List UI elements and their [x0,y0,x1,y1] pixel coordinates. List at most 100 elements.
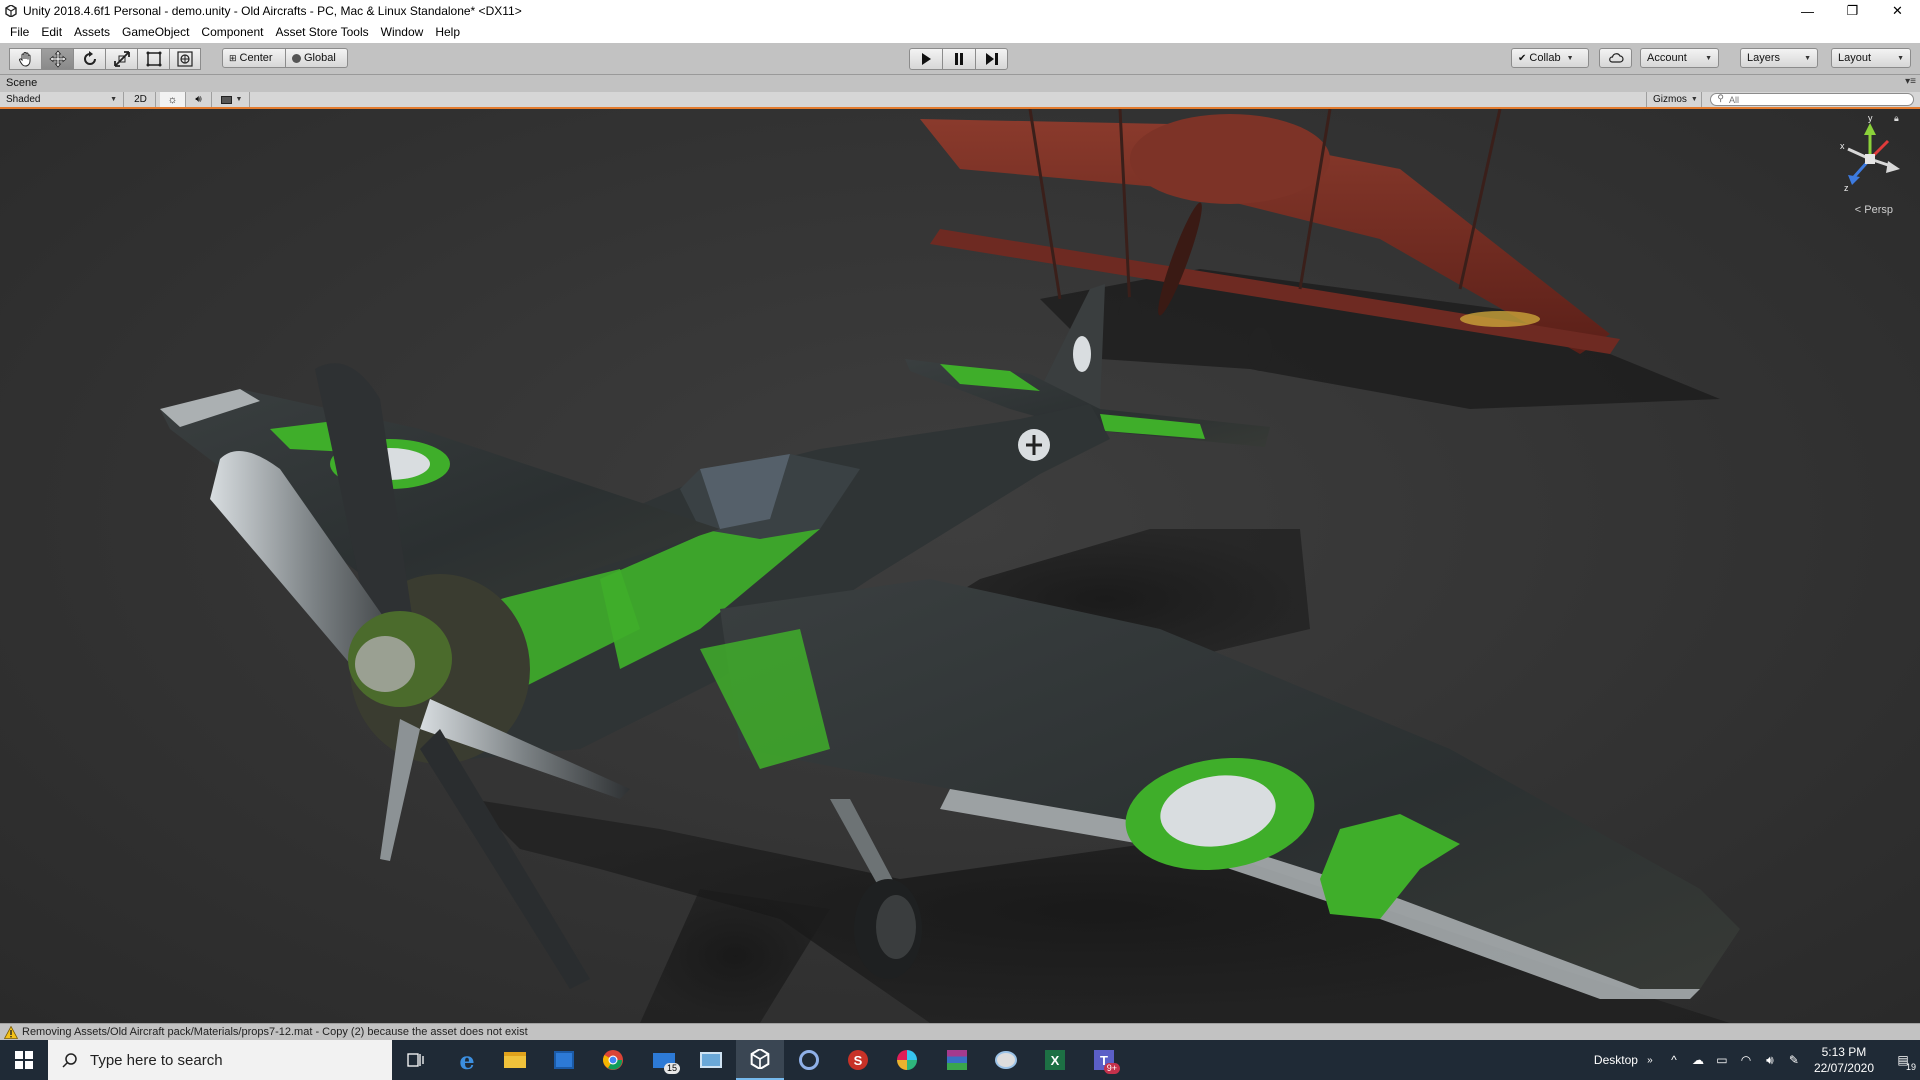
cloud-services-button[interactable] [1599,48,1632,68]
taskbar-remote-desktop[interactable] [687,1040,735,1080]
gizmo-y-label: y [1868,113,1873,123]
hand-tool-button[interactable] [9,48,41,70]
clock-date: 22/07/2020 [1813,1061,1874,1075]
move-tool-button[interactable] [41,48,73,70]
taskbar-mail[interactable]: 15 [640,1040,688,1080]
space-global-button[interactable]: Global [286,48,348,68]
main-toolbar: ⊞ Center Global ✔ Collab ▼ Account ▼ Lay… [0,43,1920,75]
tab-menu-icon[interactable]: ▾≡ [1905,76,1916,87]
menu-edit[interactable]: Edit [35,22,68,43]
chrome-icon [603,1050,623,1070]
wifi-icon[interactable]: ◠ [1734,1040,1758,1080]
layout-label: Layout [1838,52,1872,64]
menu-file[interactable]: File [4,22,35,43]
status-message: Removing Assets/Old Aircraft pack/Materi… [22,1026,528,1038]
shading-mode-dropdown[interactable]: Shaded ▼ [0,92,124,107]
taskbar-winrar[interactable] [933,1040,981,1080]
transform-icon [177,51,193,67]
taskbar-store[interactable] [540,1040,588,1080]
minimize-button[interactable]: — [1785,0,1830,22]
taskbar-slack[interactable] [883,1040,931,1080]
collab-dropdown[interactable]: ✔ Collab ▼ [1511,48,1589,68]
menu-component[interactable]: Component [195,22,269,43]
taskbar-excel[interactable]: X [1031,1040,1079,1080]
globe-icon [292,53,301,63]
transform-tools [9,48,201,70]
audio-toggle[interactable]: 🔊︎ [186,92,212,107]
cloud-group [1599,48,1632,70]
slack-icon [897,1050,917,1070]
rect-tool-button[interactable] [137,48,169,70]
search-placeholder: Type here to search [90,1051,223,1069]
search-icon: ⚲ [1717,93,1724,103]
windows-logo-icon [15,1051,33,1069]
menu-bar: File Edit Assets GameObject Component As… [0,22,1920,43]
taskbar-paint[interactable] [982,1040,1030,1080]
rotate-tool-button[interactable] [73,48,105,70]
gizmos-dropdown[interactable]: Gizmos ▼ [1646,92,1702,107]
unity-icon [750,1049,770,1069]
shading-mode-label: Shaded [6,94,41,105]
projection-toggle[interactable]: < Persp [1855,204,1893,216]
unity-logo-icon [3,3,19,19]
excel-icon: X [1045,1050,1065,1070]
chevron-right-icon[interactable]: » [1638,1040,1662,1080]
layers-dropdown[interactable]: Layers ▼ [1740,48,1818,68]
action-center-button[interactable]: ▤ 19 [1886,1040,1920,1080]
scene-render [160,109,1740,1023]
pen-icon[interactable]: ✎ [1782,1040,1806,1080]
account-dropdown[interactable]: Account ▼ [1640,48,1719,68]
task-view-button[interactable] [392,1040,440,1080]
scene-search-input[interactable] [1710,93,1914,106]
pause-button[interactable] [942,48,975,70]
folder-icon [504,1052,526,1068]
toggle-2d-button[interactable]: 2D [126,92,156,107]
layout-dropdown[interactable]: Layout ▼ [1831,48,1911,68]
gizmo-x-label: x [1840,141,1845,151]
play-icon [922,53,931,65]
playmode-controls [909,48,1008,70]
account-group: Account ▼ [1640,48,1719,70]
scene-viewport[interactable]: y x z 🔒︎ < Persp [0,109,1920,1023]
space-label: Global [304,52,336,64]
play-button[interactable] [909,48,942,70]
scale-tool-button[interactable] [105,48,137,70]
step-button[interactable] [975,48,1008,70]
menu-window[interactable]: Window [375,22,430,43]
taskbar-edge[interactable]: e [443,1040,491,1080]
menu-assets[interactable]: Assets [68,22,116,43]
menu-help[interactable]: Help [429,22,466,43]
taskbar-unity[interactable] [736,1040,784,1080]
dropdown-arrow-icon: ▼ [1897,54,1904,62]
transform-tool-button[interactable] [169,48,201,70]
taskbar-teams[interactable]: T 9+ [1080,1040,1128,1080]
taskbar-substance[interactable]: S [834,1040,882,1080]
show-hidden-icons-chevron-icon[interactable]: ^ [1662,1040,1686,1080]
taskbar-cinema4d[interactable] [785,1040,833,1080]
taskbar-chrome[interactable] [589,1040,637,1080]
menu-asset-store-tools[interactable]: Asset Store Tools [269,22,374,43]
lighting-toggle[interactable]: ☼ [160,92,186,107]
pause-icon [955,53,963,65]
orientation-gizmo[interactable]: y x z 🔒︎ [1838,113,1902,199]
battery-icon[interactable]: ▭ [1710,1040,1734,1080]
status-bar[interactable]: Removing Assets/Old Aircraft pack/Materi… [0,1023,1920,1040]
desktop-toolbar-label[interactable]: Desktop [1594,1053,1638,1067]
taskbar-file-explorer[interactable] [491,1040,539,1080]
clock[interactable]: 5:13 PM 22/07/2020 [1814,1044,1874,1076]
cloud-sync-icon[interactable]: ☁ [1686,1040,1710,1080]
pivot-center-button[interactable]: ⊞ Center [222,48,286,68]
mail-unread-badge: 15 [663,1063,680,1074]
effects-dropdown[interactable]: ▼ [214,92,250,107]
gizmo-z-label: z [1844,183,1849,193]
start-button[interactable] [0,1040,48,1080]
taskbar-search-box[interactable]: Type here to search [48,1040,392,1080]
tab-scene[interactable]: Scene [6,77,37,89]
menu-gameobject[interactable]: GameObject [116,22,195,43]
lock-icon[interactable]: 🔒︎ [1894,113,1899,124]
close-button[interactable]: ✕ [1875,0,1920,22]
account-label: Account [1647,52,1687,64]
dropdown-arrow-icon: ▼ [235,96,243,103]
maximize-button[interactable]: ❐ [1830,0,1875,22]
volume-icon[interactable]: 🔊︎ [1758,1040,1782,1080]
